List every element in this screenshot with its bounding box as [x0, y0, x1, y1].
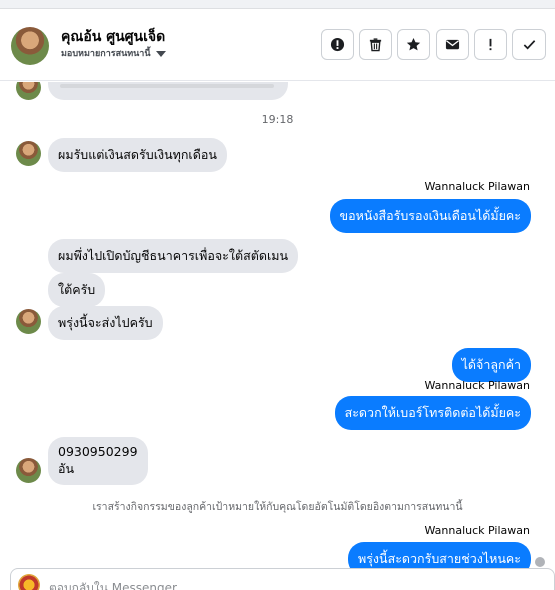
- sender-name: Wannaluck Pilawan: [424, 180, 531, 193]
- assign-conversation-dropdown[interactable]: มอบหมายการสนทนานี้: [61, 46, 166, 60]
- sender-name: Wannaluck Pilawan: [424, 379, 531, 392]
- checkmark-icon: [523, 40, 535, 50]
- contact-avatar[interactable]: [11, 27, 49, 65]
- reply-composer[interactable]: ตอบกลับใน Messenger: [10, 568, 555, 590]
- system-notice: เราสร้างกิจกรรมของลูกค้าเป้าหมายให้กับคุ…: [92, 501, 463, 513]
- message-thread[interactable]: 19:18 ผมรับแต่เงินสดรับเงินทุกเดือน Wann…: [0, 82, 555, 568]
- outgoing-message: ขอหนังสือรับรองเงินเดือนได้มั้ยคะ: [329, 199, 531, 233]
- contact-avatar-small: [16, 141, 41, 166]
- message-timestamp: 19:18: [261, 113, 294, 126]
- message-line: อัน: [58, 460, 75, 476]
- outgoing-message: พรุ่งนี้สะดวกรับสายช่วงไหนคะ: [347, 542, 531, 568]
- alert-button[interactable]: [321, 29, 354, 60]
- top-divider: [0, 0, 555, 9]
- assign-conversation-label: มอบหมายการสนทนานี้: [61, 49, 151, 59]
- outgoing-message: สะดวกให้เบอร์โทรติดต่อได้มั้ยคะ: [334, 396, 531, 430]
- incoming-message: ผมพึ่งไปเปิดบัญชีธนาคารเพื่อจะใต้สตัดเมน: [48, 239, 299, 273]
- incoming-message: ใต้ครับ: [48, 273, 106, 307]
- contact-name[interactable]: คุณอ้น ศูนศูนเจ็ด: [61, 26, 165, 48]
- conversation-header: คุณอ้น ศูนศูนเจ็ด มอบหมายการสนทนานี้: [0, 9, 555, 81]
- star-button[interactable]: [397, 29, 430, 60]
- message-bubble-partial: [48, 82, 288, 100]
- mark-unread-button[interactable]: [436, 29, 469, 60]
- trash-icon: [369, 38, 382, 52]
- star-icon: [406, 37, 421, 51]
- incoming-message-multiline: 0930950299 อัน: [48, 437, 148, 485]
- outgoing-message: ได้จ้าลูกค้า: [451, 348, 531, 382]
- exclamation-icon: [489, 38, 492, 51]
- envelope-icon: [445, 39, 460, 50]
- seen-indicator-avatar: [535, 557, 545, 567]
- contact-avatar-small: [16, 458, 41, 483]
- contact-avatar-small: [16, 82, 41, 100]
- contact-avatar-small: [16, 309, 41, 334]
- message-line: 0930950299: [58, 444, 138, 459]
- reply-input[interactable]: ตอบกลับใน Messenger: [49, 579, 177, 590]
- page-avatar: [18, 574, 40, 590]
- alert-circle-icon: [330, 37, 345, 52]
- sender-name: Wannaluck Pilawan: [424, 524, 531, 537]
- delete-button[interactable]: [359, 29, 392, 60]
- caret-down-icon: [155, 50, 166, 57]
- incoming-message: ผมรับแต่เงินสดรับเงินทุกเดือน: [48, 138, 227, 172]
- incoming-message: พรุ่งนี้จะส่งไปครับ: [48, 306, 163, 340]
- spam-button[interactable]: [474, 29, 507, 60]
- mark-done-button[interactable]: [512, 29, 546, 60]
